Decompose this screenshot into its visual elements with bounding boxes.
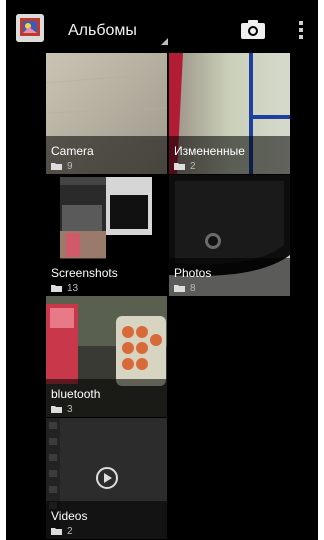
album-name: Измененные bbox=[174, 144, 245, 158]
album-count: 2 bbox=[190, 161, 196, 172]
phone-screen: Альбомы Camera 9 Измененные 2 Screenshot… bbox=[6, 0, 318, 540]
folder-icon bbox=[51, 163, 62, 170]
album-tile-photos[interactable]: Photos 8 bbox=[169, 175, 290, 296]
action-bar: Альбомы bbox=[6, 0, 318, 48]
album-name: Camera bbox=[51, 144, 94, 158]
album-count: 8 bbox=[190, 283, 196, 294]
album-name: Videos bbox=[51, 509, 88, 523]
album-count: 3 bbox=[67, 404, 73, 415]
album-tile-edited[interactable]: Измененные 2 bbox=[169, 53, 290, 174]
album-count: 2 bbox=[67, 526, 73, 537]
album-tile-screenshots[interactable]: Screenshots 13 bbox=[46, 175, 167, 296]
album-tile-camera[interactable]: Camera 9 bbox=[46, 53, 167, 174]
overflow-menu-icon[interactable] bbox=[297, 21, 305, 39]
album-name: Screenshots bbox=[51, 266, 118, 280]
album-count: 9 bbox=[67, 161, 73, 172]
folder-icon bbox=[51, 528, 62, 535]
album-tile-videos[interactable]: Videos 2 bbox=[46, 418, 167, 539]
album-tile-bluetooth[interactable]: bluetooth 3 bbox=[46, 296, 167, 417]
gallery-app-icon[interactable] bbox=[16, 14, 44, 42]
album-name: bluetooth bbox=[51, 387, 101, 401]
dropdown-indicator-icon[interactable] bbox=[161, 38, 168, 45]
page-title[interactable]: Альбомы bbox=[68, 22, 137, 40]
folder-icon bbox=[51, 285, 62, 292]
folder-icon bbox=[51, 406, 62, 413]
album-name: Photos bbox=[174, 266, 212, 280]
camera-icon[interactable] bbox=[240, 18, 266, 40]
folder-icon bbox=[174, 163, 185, 170]
folder-icon bbox=[174, 285, 185, 292]
album-count: 13 bbox=[67, 283, 79, 294]
